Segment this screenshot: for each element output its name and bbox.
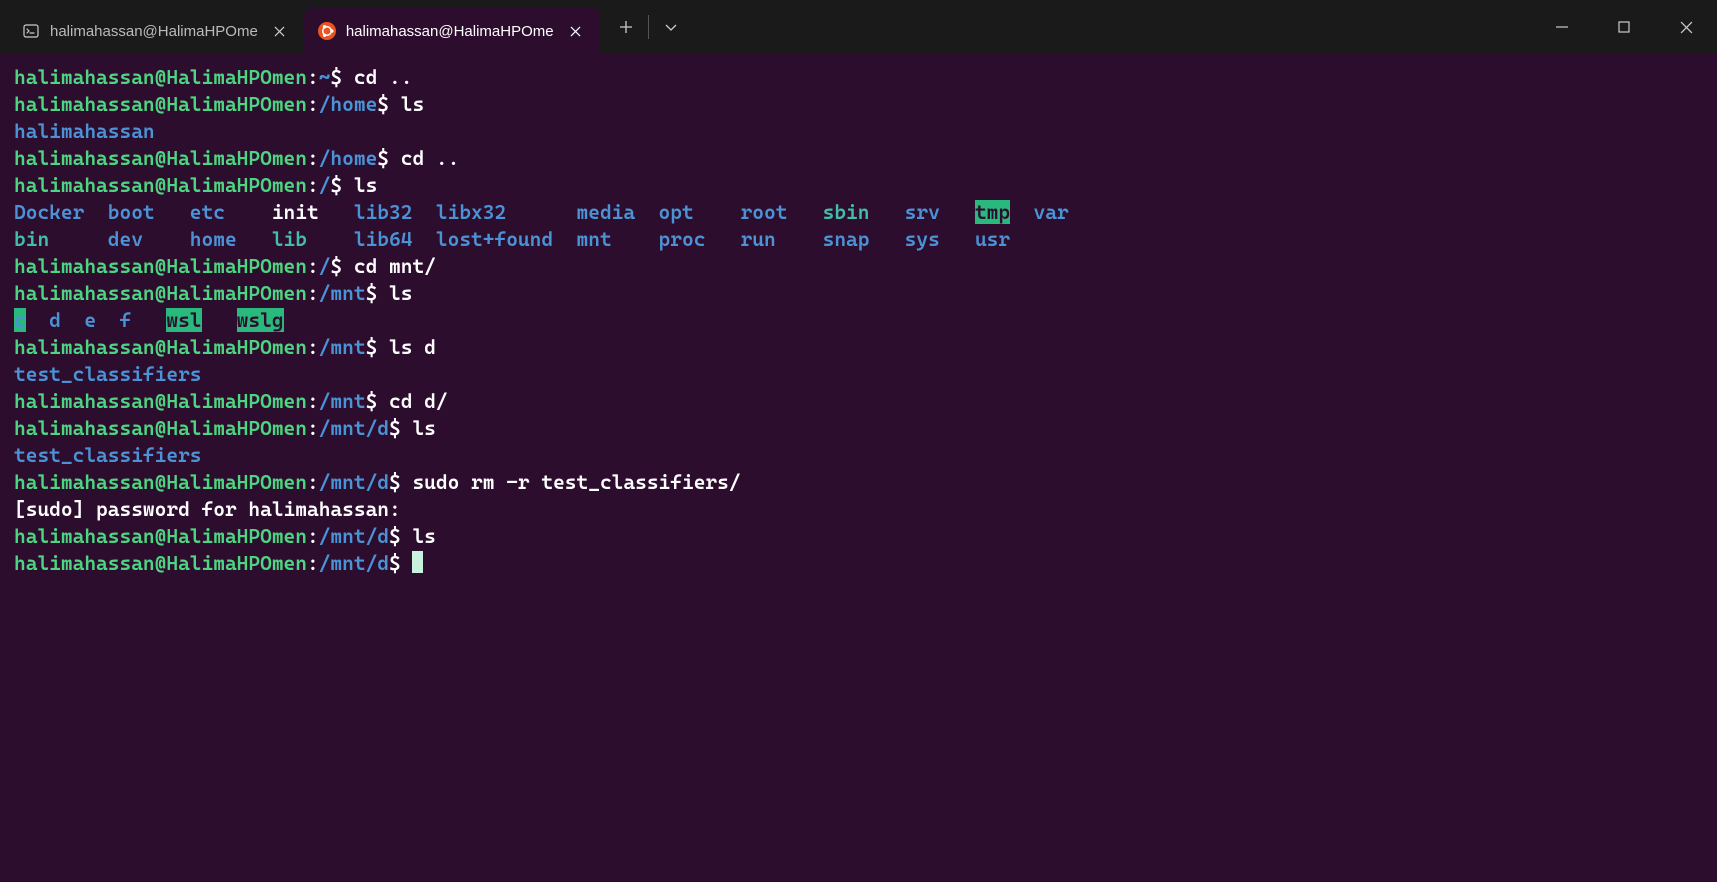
new-tab-button[interactable] — [606, 5, 646, 49]
terminal-icon — [22, 22, 40, 40]
maximize-button[interactable] — [1593, 0, 1655, 54]
ubuntu-icon — [318, 22, 336, 40]
tab-strip: halimahassan@HalimaHPOme halimahassan@Ha… — [0, 0, 600, 54]
tab-title: halimahassan@HalimaHPOme — [50, 23, 258, 40]
titlebar: halimahassan@HalimaHPOme halimahassan@Ha… — [0, 0, 1717, 54]
close-icon[interactable] — [268, 19, 292, 43]
terminal-content[interactable]: halimahassan@HalimaHPOmen:~$ cd .. halim… — [0, 54, 1717, 587]
minimize-button[interactable] — [1531, 0, 1593, 54]
tab-active[interactable]: halimahassan@HalimaHPOme — [304, 8, 600, 54]
window-controls — [1531, 0, 1717, 54]
dropdown-button[interactable] — [651, 5, 691, 49]
divider — [648, 15, 649, 39]
titlebar-actions — [606, 0, 691, 54]
close-icon[interactable] — [564, 19, 588, 43]
close-window-button[interactable] — [1655, 0, 1717, 54]
tab-inactive[interactable]: halimahassan@HalimaHPOme — [8, 8, 304, 54]
tab-title: halimahassan@HalimaHPOme — [346, 23, 554, 40]
